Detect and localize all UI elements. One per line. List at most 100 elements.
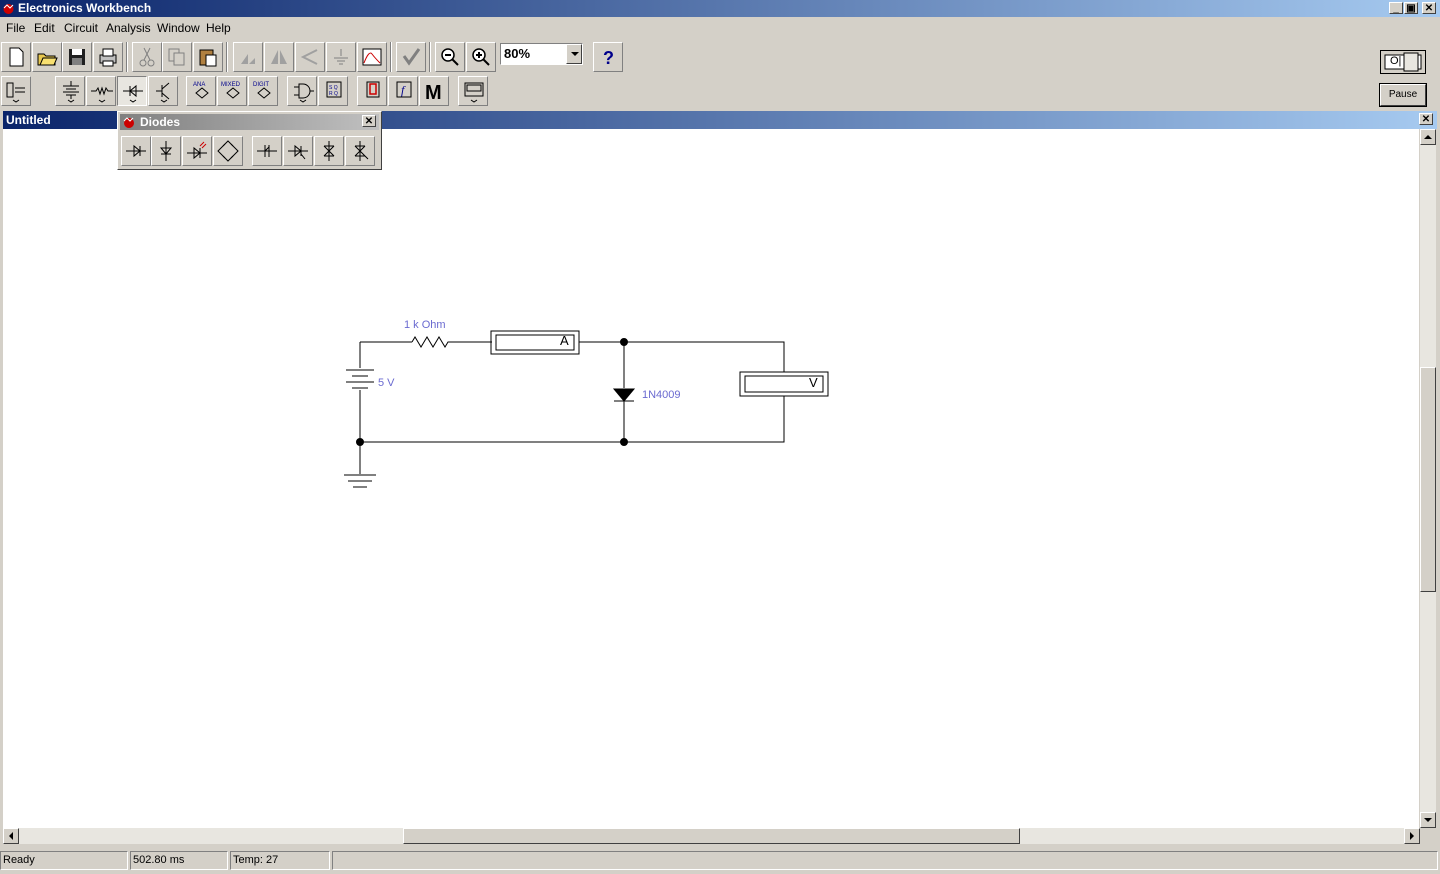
toolbar-separator [390, 42, 392, 72]
zener-diode-button[interactable] [151, 136, 181, 166]
junction-node [620, 338, 628, 346]
menu-edit[interactable]: Edit [34, 21, 55, 35]
transistors-bin-button[interactable] [148, 76, 178, 106]
menu-file[interactable]: File [6, 21, 25, 35]
pause-button[interactable]: Pause [1380, 84, 1426, 106]
scr-button[interactable] [283, 136, 313, 166]
component-icon [334, 49, 348, 65]
help-question-icon: ? [603, 48, 614, 68]
new-button[interactable] [1, 42, 31, 72]
zoom-out-icon [441, 48, 459, 66]
analog-ics-bin-button[interactable]: ANA [186, 76, 216, 106]
document-close-button[interactable]: ✕ [1419, 113, 1433, 125]
arrow-up-icon [1424, 135, 1432, 139]
cut-button[interactable] [132, 42, 162, 72]
vertical-scrollbar[interactable] [1420, 129, 1436, 828]
wire-top-right [579, 341, 785, 372]
analog-ic-icon: ANA [193, 82, 209, 99]
diodes-palette[interactable]: Diodes ✕ [117, 111, 382, 170]
copy-button[interactable] [162, 42, 192, 72]
menu-help[interactable]: Help [206, 21, 231, 35]
print-button[interactable] [93, 42, 123, 72]
triac-icon [354, 141, 369, 161]
horizontal-scroll-thumb[interactable] [403, 828, 1020, 844]
wire-right-bottom [360, 396, 785, 443]
flip-horizontal-button[interactable] [264, 42, 294, 72]
palette-close-button[interactable]: ✕ [362, 115, 376, 127]
scroll-up-button[interactable] [1420, 129, 1436, 145]
arrow-left-icon [9, 832, 13, 840]
create-subcircuit-button[interactable] [357, 42, 387, 72]
chevron-down-icon[interactable] [566, 44, 582, 64]
restore-button[interactable]: ▣ [1404, 2, 1418, 14]
horizontal-scrollbar[interactable] [3, 828, 1420, 844]
flip-flop-icon: S QR Q [326, 81, 342, 98]
svg-text:DIGIT: DIGIT [253, 82, 269, 88]
diode-part-button[interactable] [121, 136, 151, 166]
scroll-down-button[interactable] [1420, 812, 1436, 828]
diac-button[interactable] [314, 136, 344, 166]
shockley-diode-button[interactable] [252, 136, 282, 166]
diodes-bin-button[interactable] [117, 76, 147, 106]
app-title: Electronics Workbench [18, 1, 152, 15]
zoom-select[interactable]: 80% [500, 43, 583, 65]
size-grip[interactable] [1420, 828, 1436, 844]
menu-analysis[interactable]: Analysis [106, 21, 151, 35]
bridge-rectifier-button[interactable] [213, 136, 243, 166]
triac-button[interactable] [345, 136, 375, 166]
app-icon [123, 117, 134, 128]
logic-gate-icon [294, 83, 314, 103]
svg-text:ANA: ANA [193, 82, 205, 88]
mixed-ics-bin-button[interactable]: MIXED [217, 76, 247, 106]
diode-label: 1N4009 [642, 389, 681, 401]
indicator-icon [366, 81, 380, 98]
svg-text:M: M [425, 82, 442, 104]
help-button[interactable]: ? [593, 42, 623, 72]
scroll-right-button[interactable] [1404, 828, 1420, 844]
zoom-in-button[interactable] [466, 42, 496, 72]
save-button[interactable] [62, 42, 92, 72]
title-bar: Electronics Workbench _ ▣ ✕ [0, 0, 1440, 17]
pen-check-icon [402, 48, 421, 66]
basic-bin-button[interactable] [86, 76, 116, 106]
indicators-bin-button[interactable] [357, 76, 387, 106]
minimize-button[interactable]: _ [1389, 2, 1403, 14]
led-button[interactable] [182, 136, 212, 166]
status-time: 502.80 ms [130, 851, 228, 870]
paste-button[interactable] [193, 42, 223, 72]
toolbar-separator [429, 42, 431, 72]
diac-icon [323, 141, 335, 161]
zoom-value: 80% [504, 46, 531, 61]
logic-gates-bin-button[interactable] [287, 76, 317, 106]
zoom-out-button[interactable] [435, 42, 465, 72]
description-button[interactable] [396, 42, 426, 72]
function-icon: f [396, 81, 412, 98]
palette-title-bar[interactable]: Diodes ✕ [120, 114, 379, 130]
vertical-scroll-thumb[interactable] [1420, 367, 1436, 592]
menu-bar: File Edit Circuit Analysis Window Help [0, 18, 1440, 38]
circuit-canvas[interactable]: 1 k Ohm 5 V 1N4009 A V [3, 129, 1419, 828]
power-switch[interactable]: O| [1380, 50, 1426, 74]
menu-circuit[interactable]: Circuit [64, 21, 98, 35]
digital-bin-button[interactable]: S QR Q [318, 76, 348, 106]
digital-ics-bin-button[interactable]: DIGIT [248, 76, 278, 106]
power-switch-icon [1384, 52, 1422, 72]
component-properties-button[interactable] [326, 42, 356, 72]
new-file-icon [9, 47, 24, 67]
zener-diode-icon [159, 141, 173, 161]
rotate-button[interactable] [233, 42, 263, 72]
parts-bin-button[interactable] [1, 76, 31, 106]
close-button[interactable]: ✕ [1422, 2, 1436, 14]
sources-bin-button[interactable] [55, 76, 85, 106]
flip-vertical-button[interactable] [295, 42, 325, 72]
controls-bin-button[interactable]: f [388, 76, 418, 106]
svg-text:?: ? [603, 48, 614, 68]
resistor-symbol [411, 336, 492, 348]
open-button[interactable] [32, 42, 62, 72]
miscellaneous-bin-button[interactable]: M [419, 76, 449, 106]
menu-window[interactable]: Window [157, 21, 200, 35]
diode-icon [126, 144, 146, 158]
instruments-bin-button[interactable] [458, 76, 488, 106]
scroll-left-button[interactable] [3, 828, 19, 844]
circuit-schematic[interactable] [3, 129, 1419, 828]
